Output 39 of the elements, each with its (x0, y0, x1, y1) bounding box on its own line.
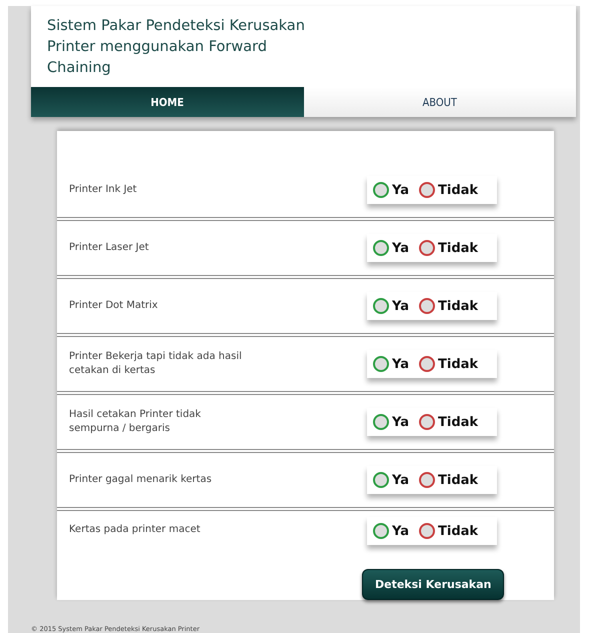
radio-button[interactable] (419, 182, 435, 198)
radio-button[interactable] (419, 356, 435, 372)
radio-button[interactable] (373, 414, 389, 430)
radio-option[interactable]: Tidak (419, 472, 478, 488)
radio-button[interactable] (373, 240, 389, 256)
question-text: Printer gagal menarik kertas (69, 473, 213, 487)
radio-button[interactable] (373, 472, 389, 488)
radio-option[interactable]: Ya (373, 356, 409, 372)
radio-option[interactable]: Ya (373, 523, 409, 539)
question-text: Printer Bekerja tapi tidak ada hasil cetakan di kertas (69, 350, 243, 378)
nav-tab[interactable]: HOME (31, 87, 304, 117)
radio-button[interactable] (419, 414, 435, 430)
radio-button[interactable] (373, 523, 389, 539)
radio-button[interactable] (419, 523, 435, 539)
radio-option[interactable]: Ya (373, 298, 409, 314)
radio-option[interactable]: Ya (373, 182, 409, 198)
radio-option[interactable]: Tidak (419, 182, 478, 198)
question-text: Printer Ink Jet (69, 183, 138, 197)
radio-option[interactable]: Tidak (419, 240, 478, 256)
radio-option[interactable]: Ya (373, 414, 409, 430)
site-title: Sistem Pakar Pendeteksi Kerusakan Printer menggunakan Forward Chaining (46, 17, 306, 78)
radio-option[interactable]: Tidak (419, 523, 478, 539)
question-text: Printer Dot Matrix (69, 299, 159, 313)
radio-button[interactable] (373, 356, 389, 372)
radio-button[interactable] (373, 298, 389, 314)
detect-button[interactable]: Deteksi Kerusakan (362, 569, 504, 600)
radio-option[interactable]: Ya (373, 240, 409, 256)
radio-button[interactable] (373, 182, 389, 198)
radio-option[interactable]: Tidak (419, 356, 478, 372)
question-text: Printer Laser Jet (69, 241, 150, 255)
radio-button[interactable] (419, 472, 435, 488)
radio-option[interactable]: Ya (373, 472, 409, 488)
question-text: Hasil cetakan Printer tidak sempurna / bergaris (69, 408, 202, 436)
question-text: Kertas pada printer macet (69, 523, 202, 537)
radio-option[interactable]: Tidak (419, 298, 478, 314)
radio-button[interactable] (419, 240, 435, 256)
nav-tab[interactable]: ABOUT (304, 87, 576, 117)
radio-button[interactable] (419, 298, 435, 314)
radio-option[interactable]: Tidak (419, 414, 478, 430)
